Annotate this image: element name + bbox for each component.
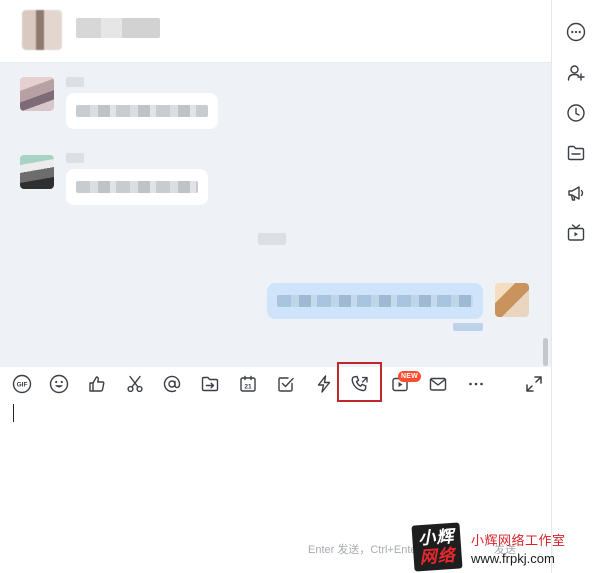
right-sidebar <box>551 0 600 573</box>
sender-name-blurred <box>66 153 84 163</box>
expand-icon <box>526 376 542 392</box>
sender-avatar[interactable] <box>20 155 54 189</box>
more-options-button[interactable] <box>565 21 587 43</box>
incoming-message-bubble[interactable] <box>66 169 208 205</box>
task-button[interactable] <box>275 373 297 395</box>
scissors-icon <box>127 375 143 393</box>
chat-column: GIF 21 Enter 发送，Ctrl+Enter 换行 发送 <box>0 0 551 573</box>
add-user-icon <box>567 65 585 81</box>
voice-call-highlight-box <box>337 362 382 402</box>
mention-button[interactable] <box>161 373 183 395</box>
message-composer: Enter 发送，Ctrl+Enter 换行 发送 <box>0 401 551 573</box>
emoji-button[interactable] <box>48 373 70 395</box>
svg-text:GIF: GIF <box>17 382 28 389</box>
gif-button[interactable]: GIF <box>11 373 33 395</box>
chat-header <box>0 0 551 63</box>
clock-icon <box>567 104 585 122</box>
gif-icon: GIF <box>12 374 32 394</box>
more-circle-icon <box>566 22 586 42</box>
watermark-logo-top: 小辉 <box>417 526 455 549</box>
my-avatar[interactable] <box>495 283 529 317</box>
svg-text:21: 21 <box>244 384 252 391</box>
watermark-logo-bottom: 网络 <box>419 545 457 568</box>
message-scrollbar[interactable] <box>543 338 548 366</box>
checkbox-icon <box>278 377 294 392</box>
outgoing-message-bubble[interactable] <box>267 283 483 319</box>
watermark-title: 小辉网络工作室 <box>471 533 566 548</box>
timestamp-blurred <box>258 233 286 245</box>
history-button[interactable] <box>565 102 587 124</box>
live-button[interactable] <box>565 222 587 244</box>
message-text-blurred <box>277 295 473 307</box>
mail-icon <box>429 377 447 391</box>
more-tools-button[interactable] <box>465 373 487 395</box>
calendar-icon: 21 <box>240 375 256 392</box>
more-icon <box>469 382 483 386</box>
message-input[interactable] <box>10 403 534 527</box>
announcement-button[interactable] <box>565 182 587 204</box>
megaphone-icon <box>568 186 584 201</box>
like-button[interactable] <box>86 373 108 395</box>
message-text-blurred <box>76 181 198 193</box>
contact-name-blurred <box>76 18 160 38</box>
files-button[interactable] <box>565 142 587 164</box>
folder-transfer-icon <box>201 376 219 392</box>
thumbs-up-icon <box>89 376 105 392</box>
incoming-message-bubble[interactable] <box>66 93 218 129</box>
schedule-button[interactable]: 21 <box>237 373 259 395</box>
sender-avatar[interactable] <box>20 77 54 111</box>
send-file-button[interactable] <box>199 373 221 395</box>
expand-composer-button[interactable] <box>523 373 545 395</box>
new-badge: NEW <box>398 371 421 382</box>
composer-toolbar: GIF 21 <box>0 367 551 401</box>
watermark-url: www.frpkj.com <box>471 551 555 566</box>
lightning-icon <box>317 375 331 393</box>
screenshot-button[interactable] <box>124 373 146 395</box>
text-caret <box>13 404 14 422</box>
read-status-blurred <box>453 323 483 331</box>
sender-name-blurred <box>66 77 84 87</box>
folder-icon <box>567 145 585 161</box>
watermark-logo: 小辉 网络 <box>411 522 463 572</box>
contact-avatar[interactable] <box>22 10 62 50</box>
chat-window: GIF 21 Enter 发送，Ctrl+Enter 换行 发送 NEW 小辉 … <box>0 0 600 573</box>
add-member-button[interactable] <box>565 62 587 84</box>
emoji-icon <box>49 374 69 394</box>
at-icon <box>163 375 181 393</box>
message-text-blurred <box>76 105 208 117</box>
quick-reply-button[interactable] <box>313 373 335 395</box>
message-list[interactable] <box>0 63 551 367</box>
tv-icon <box>567 224 585 241</box>
email-button[interactable] <box>427 373 449 395</box>
